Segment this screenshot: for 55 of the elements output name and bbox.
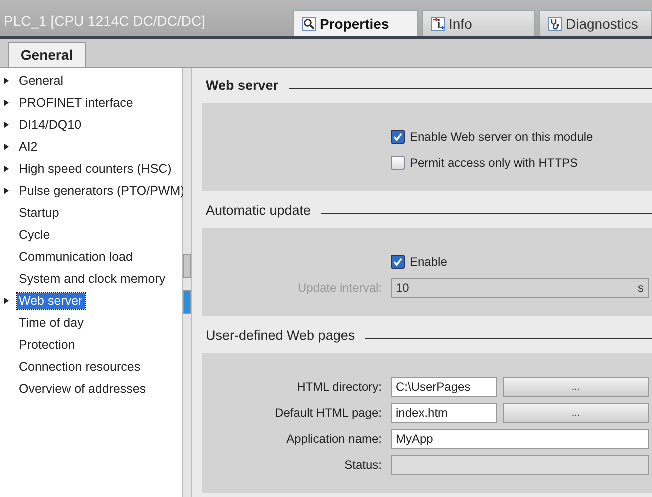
navigation-item[interactable]: System and clock memory	[17, 271, 168, 287]
navigation-item[interactable]: High speed counters (HSC)	[17, 161, 174, 177]
expand-arrow-icon[interactable]	[4, 99, 9, 107]
navigation-item[interactable]: Time of day	[17, 315, 86, 331]
navigation-item[interactable]: Cycle	[17, 227, 52, 243]
expand-arrow-icon[interactable]	[4, 297, 9, 305]
navigation-item[interactable]: Protection	[17, 337, 78, 353]
checkbox-label: Enable Web server on this module	[410, 130, 594, 144]
stethoscope-icon	[548, 16, 562, 30]
navigation-item[interactable]: Overview of addresses	[17, 381, 148, 397]
checkbox[interactable]	[391, 255, 405, 269]
checkbox[interactable]	[391, 130, 405, 144]
navigation-item[interactable]: AI2	[17, 139, 40, 155]
splitter[interactable]	[183, 68, 192, 497]
panel-tab[interactable]: Diagnostics	[539, 10, 652, 36]
navigation-item[interactable]: Connection resources	[17, 359, 143, 375]
input-field[interactable]: C:\UserPages	[391, 377, 497, 397]
section-title: Web server	[206, 78, 279, 93]
field-label: Default HTML page:	[275, 406, 382, 420]
navigation-item[interactable]: Startup	[17, 205, 62, 221]
collapse-handle[interactable]	[183, 254, 191, 278]
field-label: Update interval:	[298, 281, 382, 295]
navigation-item[interactable]: General	[17, 73, 66, 89]
navigation-item[interactable]: DI14/DQ10	[17, 117, 84, 133]
window-title: PLC_1 [CPU 1214C DC/DC/DC]	[4, 13, 206, 29]
input-field[interactable]: MyApp	[391, 429, 649, 449]
unit-label: s	[638, 281, 644, 295]
panel-tab[interactable]: Info	[422, 10, 535, 36]
checkbox-label: Permit access only with HTTPS	[410, 156, 578, 170]
navigation-item[interactable]: Communication load	[17, 249, 135, 265]
checkbox-label: Enable	[410, 255, 448, 269]
input-field[interactable]	[391, 455, 649, 475]
panel-tab[interactable]: Properties	[293, 10, 418, 36]
field-label: HTML directory:	[297, 380, 382, 394]
checkbox[interactable]	[391, 156, 405, 170]
expand-arrow-icon[interactable]	[4, 187, 9, 195]
section-title: Automatic update	[206, 203, 312, 218]
section-tab[interactable]: General	[8, 42, 86, 67]
info-icon	[431, 16, 445, 30]
section-title: User-defined Web pages	[206, 328, 356, 343]
field-label: Application name:	[286, 432, 382, 446]
field-value: 10	[396, 281, 410, 295]
expand-arrow-icon[interactable]	[4, 143, 9, 151]
navigation-item[interactable]: Web server	[17, 293, 85, 309]
browse-button[interactable]: ...	[503, 403, 649, 423]
navigation-item[interactable]: PROFINET interface	[17, 95, 136, 111]
field-label: Status:	[344, 458, 382, 472]
expand-handle[interactable]	[183, 290, 191, 314]
expand-arrow-icon[interactable]	[4, 121, 9, 129]
browse-button[interactable]: ...	[503, 377, 649, 397]
navigation-item[interactable]: Pulse generators (PTO/PWM)	[17, 183, 187, 199]
input-field[interactable]: index.htm	[391, 403, 497, 423]
expand-arrow-icon[interactable]	[4, 77, 9, 85]
magnifier-icon	[302, 16, 316, 30]
expand-arrow-icon[interactable]	[4, 165, 9, 173]
